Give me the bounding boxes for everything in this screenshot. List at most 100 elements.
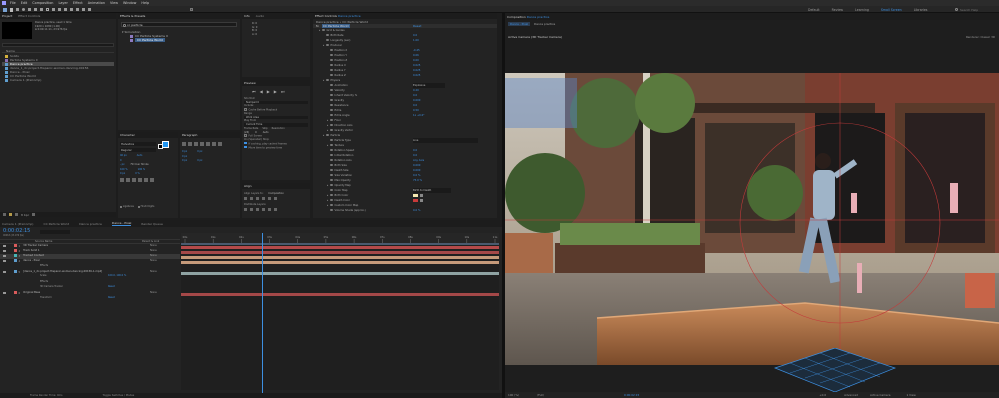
- last-frame-icon[interactable]: ⏭: [281, 89, 285, 94]
- timeline-search[interactable]: [40, 230, 70, 234]
- eye-icon[interactable]: [3, 259, 6, 262]
- breadcrumb-item[interactable]: Dance practice: [532, 22, 557, 26]
- timeline-layer-row[interactable]: 1 3D Tracker Camera None: [0, 244, 180, 249]
- timeline-tab[interactable]: CC Particle World: [43, 222, 69, 226]
- tab-audio[interactable]: Audio: [256, 14, 265, 18]
- eye-icon[interactable]: [3, 254, 6, 257]
- property-value[interactable]: Reset: [108, 285, 115, 289]
- effects-search-input[interactable]: cc particle: [121, 22, 237, 27]
- timeline-layer-row[interactable]: 4 dance - Pixel None: [0, 259, 180, 264]
- small-caps-button[interactable]: [138, 178, 142, 182]
- renderer-advanced[interactable]: Advanced: [844, 393, 858, 397]
- comp-viewer[interactable]: [505, 73, 999, 365]
- stopwatch-icon[interactable]: [330, 103, 333, 107]
- tab-align[interactable]: Align: [244, 184, 252, 188]
- color-swatch[interactable]: [413, 199, 418, 202]
- distribute-hcenter-icon[interactable]: [268, 208, 271, 211]
- layer-duration-bar[interactable]: [181, 255, 499, 259]
- quality-select[interactable]: (Full): [537, 393, 544, 397]
- workspace-libraries[interactable]: Libraries: [914, 8, 928, 12]
- resolution-select[interactable]: Auto: [263, 131, 269, 135]
- timeline-property-row[interactable]: Effects: [0, 280, 180, 284]
- timeline-layer-row[interactable]: 6 Original Base None: [0, 291, 180, 296]
- parent-select[interactable]: None: [150, 291, 157, 295]
- eyedropper-icon[interactable]: [420, 199, 423, 202]
- selection-tool-icon[interactable]: [10, 7, 13, 12]
- label-color-swatch[interactable]: [13, 244, 17, 247]
- stopwatch-icon[interactable]: [330, 68, 333, 72]
- menu-item[interactable]: Window: [123, 1, 136, 5]
- align-left-text-icon[interactable]: [182, 142, 186, 146]
- property-value[interactable]: 100.0, 100.0 %: [108, 274, 126, 278]
- justify-all-icon[interactable]: [218, 142, 222, 146]
- menu-item[interactable]: Animation: [88, 1, 105, 5]
- stopwatch-icon[interactable]: [330, 198, 333, 202]
- tab-info[interactable]: Info: [244, 14, 250, 18]
- align-right-icon[interactable]: [256, 197, 259, 200]
- align-bottom-icon[interactable]: [274, 197, 277, 200]
- layer-duration-bar[interactable]: [181, 250, 499, 254]
- next-frame-icon[interactable]: ▶: [274, 89, 277, 94]
- rectangle-tool-icon[interactable]: [46, 8, 49, 11]
- justify-center-icon[interactable]: [206, 142, 210, 146]
- faux-italic-button[interactable]: [126, 178, 130, 182]
- timeline-tab[interactable]: Camera 1 (PreComp): [2, 222, 33, 226]
- pan-behind-tool-icon[interactable]: [40, 8, 43, 11]
- align-center-text-icon[interactable]: [188, 142, 192, 146]
- new-folder-icon[interactable]: [9, 213, 12, 216]
- menu-item[interactable]: Composition: [32, 1, 53, 5]
- rotate-tool-icon[interactable]: [28, 8, 31, 11]
- tsume-value[interactable]: 0 %: [135, 172, 140, 177]
- stopwatch-icon[interactable]: [322, 28, 325, 32]
- clone-stamp-tool-icon[interactable]: [70, 8, 73, 11]
- align-hcenter-icon[interactable]: [250, 197, 253, 200]
- timeline-tab[interactable]: Dance practice: [79, 222, 102, 226]
- stopwatch-icon[interactable]: [330, 88, 333, 92]
- search-help[interactable]: Search Help: [955, 7, 995, 12]
- stopwatch-icon[interactable]: [330, 163, 333, 167]
- workspace-default[interactable]: Default: [808, 8, 820, 12]
- color-swatch[interactable]: [413, 194, 418, 197]
- stopwatch-icon[interactable]: [330, 113, 333, 117]
- timeline-tab[interactable]: Dance - Pixel: [111, 221, 132, 226]
- tab-character[interactable]: Character: [120, 133, 135, 137]
- stopwatch-icon[interactable]: [330, 58, 333, 62]
- stopwatch-icon[interactable]: [330, 98, 333, 102]
- hand-tool-icon[interactable]: [16, 8, 19, 11]
- distribute-right-icon[interactable]: [274, 208, 277, 211]
- play-icon[interactable]: ▶: [267, 89, 270, 94]
- eye-icon[interactable]: [3, 291, 6, 294]
- timeline-tab[interactable]: Render Queue: [141, 222, 163, 226]
- stopwatch-icon[interactable]: [326, 133, 329, 137]
- timeline-ruler[interactable]: 00s 01s 02s 03s 04s 05s 06s 07s 08s 09s 10s 11s: [181, 233, 499, 243]
- eye-icon[interactable]: [3, 249, 6, 252]
- stroke-color-swatch[interactable]: [158, 144, 163, 149]
- property-value[interactable]: 0.0 %: [413, 208, 420, 213]
- stopwatch-icon[interactable]: [330, 188, 333, 192]
- tab-effect-controls[interactable]: Effect Controls Dance practice: [315, 14, 361, 18]
- camera-tool-icon[interactable]: [34, 8, 37, 11]
- label-color-swatch[interactable]: [13, 291, 17, 294]
- indent-first-value[interactable]: 0 px: [182, 155, 187, 158]
- layer-duration-bar[interactable]: [181, 292, 499, 296]
- puppet-tool-icon[interactable]: [88, 8, 91, 11]
- stopwatch-icon[interactable]: [330, 63, 333, 67]
- prev-frame-icon[interactable]: ◀: [260, 89, 263, 94]
- stopwatch-icon[interactable]: [326, 33, 329, 37]
- layer-duration-bar[interactable]: [181, 260, 499, 264]
- hindi-digits-checkbox[interactable]: Hindi Digits: [137, 205, 154, 208]
- views-select[interactable]: 1 View: [907, 393, 916, 397]
- workspace-review[interactable]: Review: [832, 8, 843, 12]
- distribute-top-icon[interactable]: [244, 208, 247, 211]
- superscript-button[interactable]: [144, 178, 148, 182]
- roto-brush-tool-icon[interactable]: [82, 8, 85, 11]
- stopwatch-icon[interactable]: [330, 208, 333, 212]
- home-icon[interactable]: [3, 7, 7, 12]
- ligatures-checkbox[interactable]: Ligatures: [120, 205, 134, 208]
- project-item[interactable]: Camera 1 (PreComp): [2, 78, 114, 82]
- zoom-select[interactable]: 100 (%): [508, 393, 519, 397]
- parent-select[interactable]: None: [150, 244, 157, 248]
- align-to-select[interactable]: Composition: [268, 192, 284, 195]
- stopwatch-icon[interactable]: [330, 193, 333, 197]
- stopwatch-icon[interactable]: [330, 158, 333, 162]
